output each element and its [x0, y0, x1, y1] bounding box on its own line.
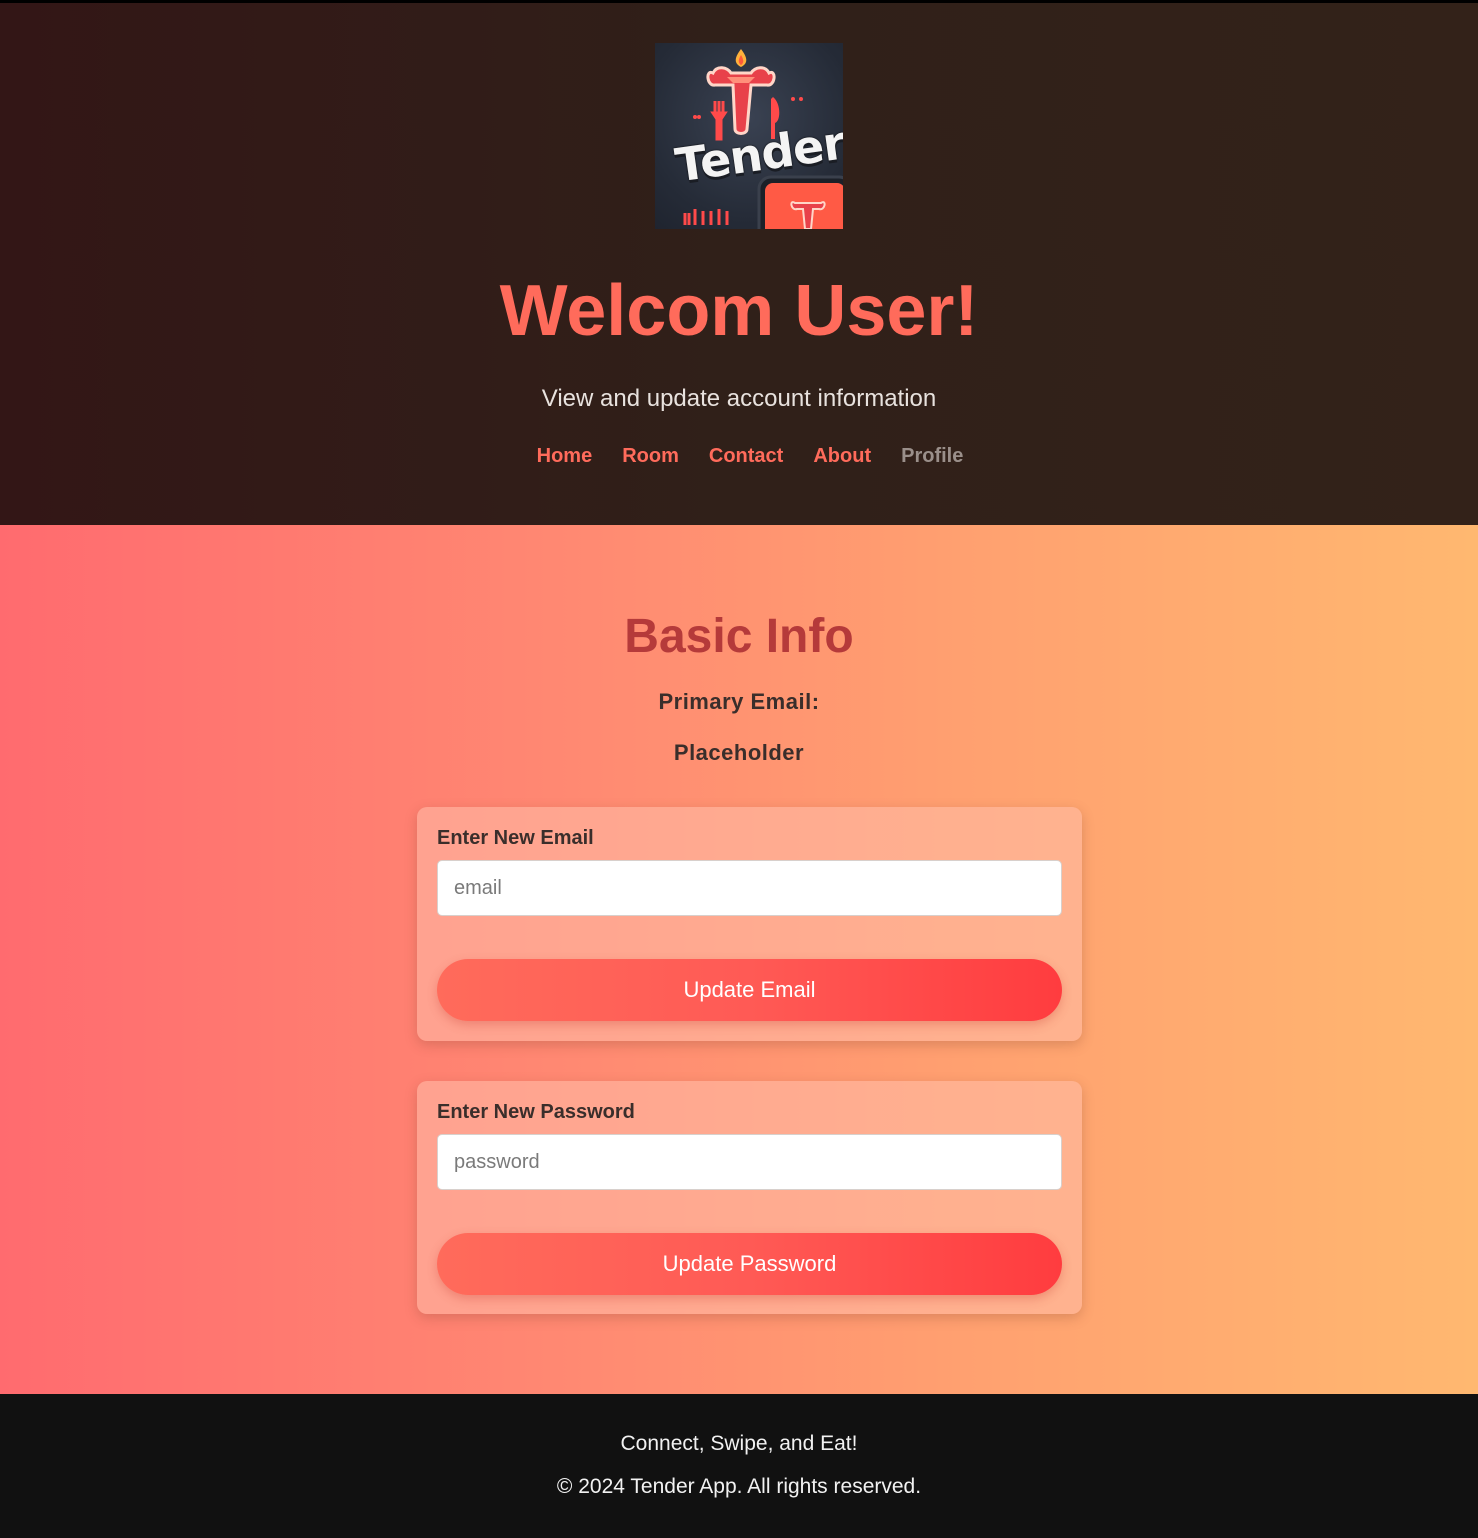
- password-input[interactable]: [437, 1134, 1062, 1190]
- site-header: Tender Welcom User! View and update acco…: [0, 0, 1478, 525]
- tender-logo[interactable]: Tender: [655, 43, 843, 229]
- email-field-label: Enter New Email: [437, 827, 594, 849]
- nav-room-link[interactable]: Room: [622, 442, 679, 470]
- main-nav: Home Room Contact About Profile: [0, 442, 1478, 470]
- nav-contact-link[interactable]: Contact: [709, 442, 783, 470]
- page-title: Welcom User!: [499, 271, 979, 351]
- section-title: Basic Info: [624, 610, 854, 663]
- nav-profile-link[interactable]: Profile: [901, 442, 963, 470]
- primary-email-label: Primary Email:: [658, 689, 820, 714]
- profile-main: Basic Info Primary Email: Placeholder En…: [0, 525, 1478, 1394]
- password-field-label: Enter New Password: [437, 1101, 635, 1123]
- email-update-card: Enter New Email Update Email: [417, 807, 1082, 1041]
- site-footer: Connect, Swipe, and Eat! © 2024 Tender A…: [0, 1394, 1478, 1538]
- password-update-card: Enter New Password Update Password: [417, 1081, 1082, 1314]
- email-input[interactable]: [437, 860, 1062, 916]
- primary-email-value: Placeholder: [673, 740, 805, 765]
- footer-copyright: © 2024 Tender App. All rights reserved.: [556, 1475, 922, 1498]
- update-email-button[interactable]: Update Email: [437, 959, 1062, 1021]
- page-subtitle: View and update account information: [541, 385, 937, 412]
- update-password-button[interactable]: Update Password: [437, 1233, 1062, 1295]
- footer-tagline: Connect, Swipe, and Eat!: [620, 1432, 858, 1455]
- nav-home-link[interactable]: Home: [537, 442, 593, 470]
- nav-about-link[interactable]: About: [813, 442, 871, 470]
